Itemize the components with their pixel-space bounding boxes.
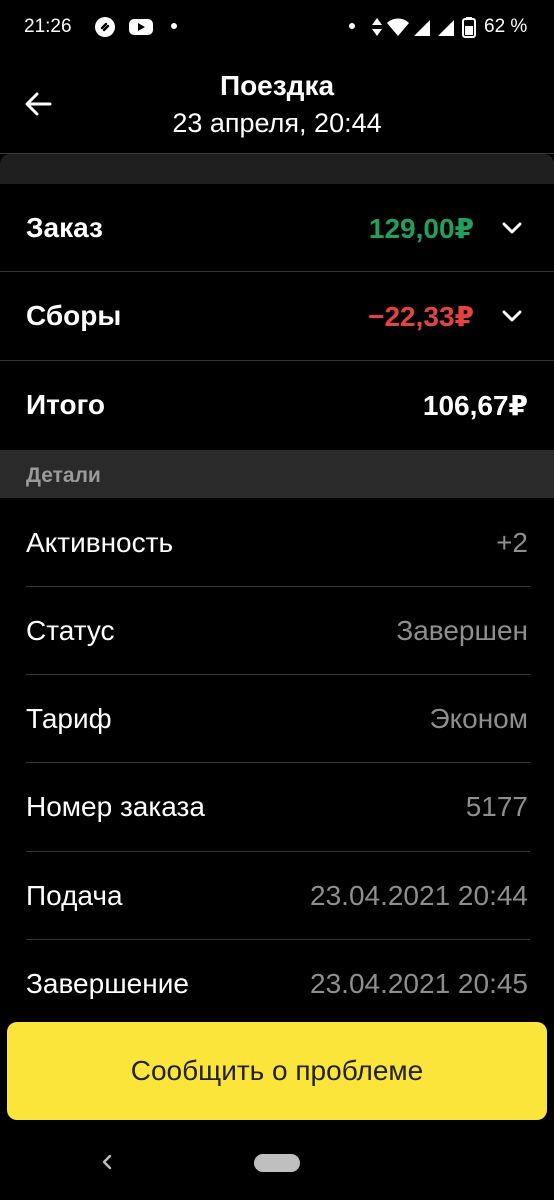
details-section-header: Детали [0,450,554,498]
detail-label: Тариф [26,703,112,734]
detail-row-completion: Завершение 23.04.2021 20:45 [0,940,554,1028]
header: Поездка 23 апреля, 20:44 [0,56,554,154]
fees-label: Сборы [26,300,122,331]
order-value: 129,00₽ [368,213,474,244]
fees-value: −22,33₽ [368,301,474,332]
order-label: Заказ [26,212,103,243]
page-title: Поездка [219,70,335,101]
detail-value: 23.04.2021 20:45 [310,968,528,999]
detail-row-activity: Активность +2 [0,499,554,587]
fees-row[interactable]: Сборы −22,33₽ [0,272,554,360]
nav-back-icon[interactable] [96,1150,118,1174]
detail-label: Завершение [26,968,189,999]
status-bar: 21:26 62 % [0,0,554,56]
battery-percentage: 62 % [484,16,528,37]
report-problem-button[interactable]: Сообщить о проблеме [7,1022,547,1120]
detail-value: +2 [496,527,528,558]
nav-home-pill[interactable] [254,1154,300,1172]
chevron-down-icon[interactable] [500,306,524,326]
detail-label: Активность [26,527,174,558]
system-nav-bar [0,1130,554,1200]
data-transfer-icon [372,18,382,36]
report-problem-label: Сообщить о проблеме [130,1055,424,1086]
battery-icon [462,17,476,38]
detail-row-pickup: Подача 23.04.2021 20:44 [0,852,554,940]
wifi-icon [387,18,409,36]
detail-row-tariff: Тариф Эконом [0,675,554,763]
detail-label: Подача [26,880,123,911]
youtube-icon [129,19,153,35]
status-time: 21:26 [24,16,72,37]
total-value: 106,67₽ [422,390,528,421]
cell-signal-icon [438,20,454,36]
page-subtitle: 23 апреля, 20:44 [172,108,382,138]
section-title: Детали [26,464,101,487]
notification-dot-icon [171,23,177,29]
notification-dot-icon [349,23,355,29]
total-label: Итого [26,389,105,420]
detail-label: Номер заказа [26,791,205,822]
detail-label: Статус [26,615,115,646]
chevron-down-icon[interactable] [500,218,524,238]
order-row[interactable]: Заказ 129,00₽ [0,184,554,272]
detail-row-status: Статус Завершен [0,587,554,675]
detail-row-order-number: Номер заказа 5177 [0,763,554,851]
shazam-icon [95,17,115,37]
sheet-top [0,154,554,184]
total-row: Итого 106,67₽ [0,361,554,449]
detail-value: Завершен [396,615,528,646]
detail-value: 5177 [465,791,528,822]
cell-signal-icon [414,20,430,36]
detail-value: Эконом [429,703,528,734]
detail-value: 23.04.2021 20:44 [310,880,528,911]
